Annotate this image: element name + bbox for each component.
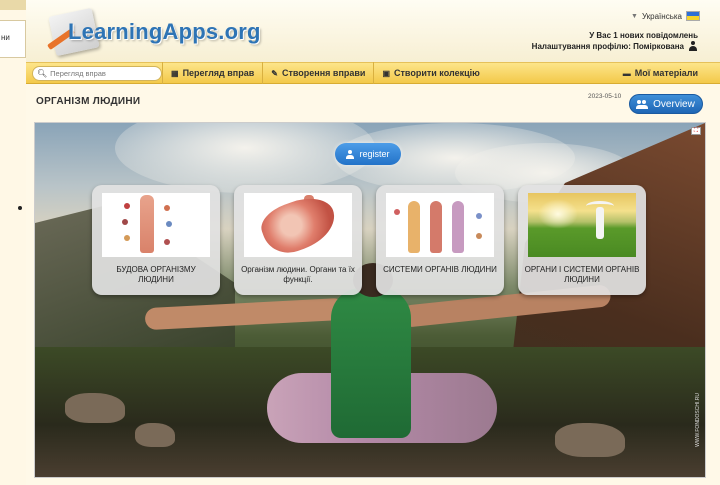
profile-label: Налаштування профілю: Поміркована bbox=[531, 41, 684, 51]
man-figure bbox=[596, 207, 604, 239]
organ-icon bbox=[476, 213, 482, 219]
card-caption: ОРГАНИ І СИСТЕМИ ОРГАНІВ ЛЮДИНИ bbox=[524, 265, 640, 284]
organ-icon bbox=[124, 235, 130, 241]
pencil-icon: ✎ bbox=[271, 68, 278, 78]
create-collection-link[interactable]: ▣ Створити колекцію bbox=[373, 62, 487, 84]
organ-icon bbox=[394, 209, 400, 215]
register-button[interactable]: register bbox=[335, 143, 401, 165]
card-thumbnail bbox=[244, 193, 352, 257]
overview-button[interactable]: Overview bbox=[629, 94, 703, 114]
app-card[interactable]: СИСТЕМИ ОРГАНІВ ЛЮДИНИ bbox=[376, 185, 504, 295]
chevron-down-icon: ▼ bbox=[631, 12, 638, 20]
user-icon bbox=[346, 149, 355, 159]
organ-icon bbox=[124, 203, 130, 209]
body-system-figure bbox=[430, 201, 442, 253]
browse-exercises-link[interactable]: ▦ Перегляд вправ bbox=[162, 62, 262, 84]
app-card[interactable]: Організм людини. Органи та їх функції. bbox=[234, 185, 362, 295]
publish-date: 2023-05-10 bbox=[588, 93, 622, 100]
rock bbox=[65, 393, 125, 423]
organ-icon bbox=[164, 239, 170, 245]
page-title: ОРГАНІЗМ ЛЮДИНИ bbox=[36, 96, 141, 107]
overview-label: Overview bbox=[653, 98, 695, 110]
learningapps-page: LearningApps.org ▼ Українська У Вас 1 но… bbox=[26, 0, 720, 485]
collection-icon: ▣ bbox=[382, 68, 391, 78]
card-thumbnail bbox=[102, 193, 210, 257]
meadow-photo bbox=[528, 193, 636, 257]
language-label: Українська bbox=[641, 11, 682, 21]
card-thumbnail bbox=[386, 193, 494, 257]
fullscreen-icon[interactable]: ⛶ bbox=[691, 127, 701, 135]
search-box[interactable]: 🔍︎ bbox=[32, 65, 162, 81]
people-icon bbox=[636, 99, 649, 109]
folder-icon: ▬ bbox=[622, 68, 631, 78]
grid-icon: ▦ bbox=[171, 68, 179, 78]
card-caption: СИСТЕМИ ОРГАНІВ ЛЮДИНИ bbox=[383, 265, 497, 274]
person-body bbox=[331, 288, 411, 438]
my-materials-label: Мої матеріали bbox=[634, 68, 698, 78]
search-input[interactable] bbox=[50, 68, 151, 78]
organ-icon bbox=[476, 233, 482, 239]
organ-icon bbox=[164, 205, 170, 211]
rock bbox=[135, 423, 175, 447]
background-window-field: ни bbox=[0, 20, 26, 58]
main-nav-bar: 🔍︎ ▦ Перегляд вправ ✎ Створення вправи ▣… bbox=[26, 62, 720, 84]
anatomy-figure bbox=[140, 195, 154, 253]
background-window-edge: ни bbox=[0, 0, 40, 485]
background-window-text: ни bbox=[1, 33, 10, 42]
sun-glow bbox=[538, 199, 578, 229]
create-collection-label: Створити колекцію bbox=[394, 68, 480, 78]
site-logo-text[interactable]: LearningApps.org bbox=[68, 19, 261, 45]
bullet-dot bbox=[18, 206, 22, 210]
language-selector[interactable]: ▼ Українська bbox=[631, 11, 700, 21]
image-watermark: WWW.FONDOSCHI.RU bbox=[695, 393, 701, 447]
user-icon bbox=[688, 41, 698, 51]
card-caption: БУДОВА ОРГАНІЗМУ ЛЮДИНИ bbox=[116, 265, 196, 284]
browse-exercises-label: Перегляд вправ bbox=[182, 68, 255, 78]
app-card[interactable]: ОРГАНИ І СИСТЕМИ ОРГАНІВ ЛЮДИНИ bbox=[518, 185, 646, 295]
organ-icon bbox=[122, 219, 128, 225]
profile-settings-link[interactable]: Налаштування профілю: Поміркована bbox=[532, 41, 698, 51]
rock bbox=[555, 423, 625, 457]
organ-icon bbox=[166, 221, 172, 227]
card-thumbnail bbox=[528, 193, 636, 257]
create-exercise-label: Створення вправи bbox=[281, 68, 366, 78]
my-materials-link[interactable]: ▬ Мої матеріали bbox=[615, 62, 706, 84]
body-system-figure bbox=[408, 201, 420, 253]
ukraine-flag-icon bbox=[686, 11, 700, 21]
messages-link[interactable]: У Вас 1 нових повідомлень bbox=[589, 31, 698, 40]
site-header: LearningApps.org ▼ Українська У Вас 1 но… bbox=[26, 0, 720, 62]
register-label: register bbox=[359, 149, 390, 159]
stomach-illustration bbox=[256, 193, 342, 257]
create-exercise-link[interactable]: ✎ Створення вправи bbox=[262, 62, 373, 84]
card-caption: Організм людини. Органи та їх функції. bbox=[241, 265, 355, 284]
search-icon: 🔍︎ bbox=[37, 68, 48, 78]
body-system-figure bbox=[452, 201, 464, 253]
collection-stage: ⛶ WWW.FONDOSCHI.RU register БУДОВА ОРГАН… bbox=[34, 122, 706, 478]
app-card[interactable]: БУДОВА ОРГАНІЗМУ ЛЮДИНИ bbox=[92, 185, 220, 295]
